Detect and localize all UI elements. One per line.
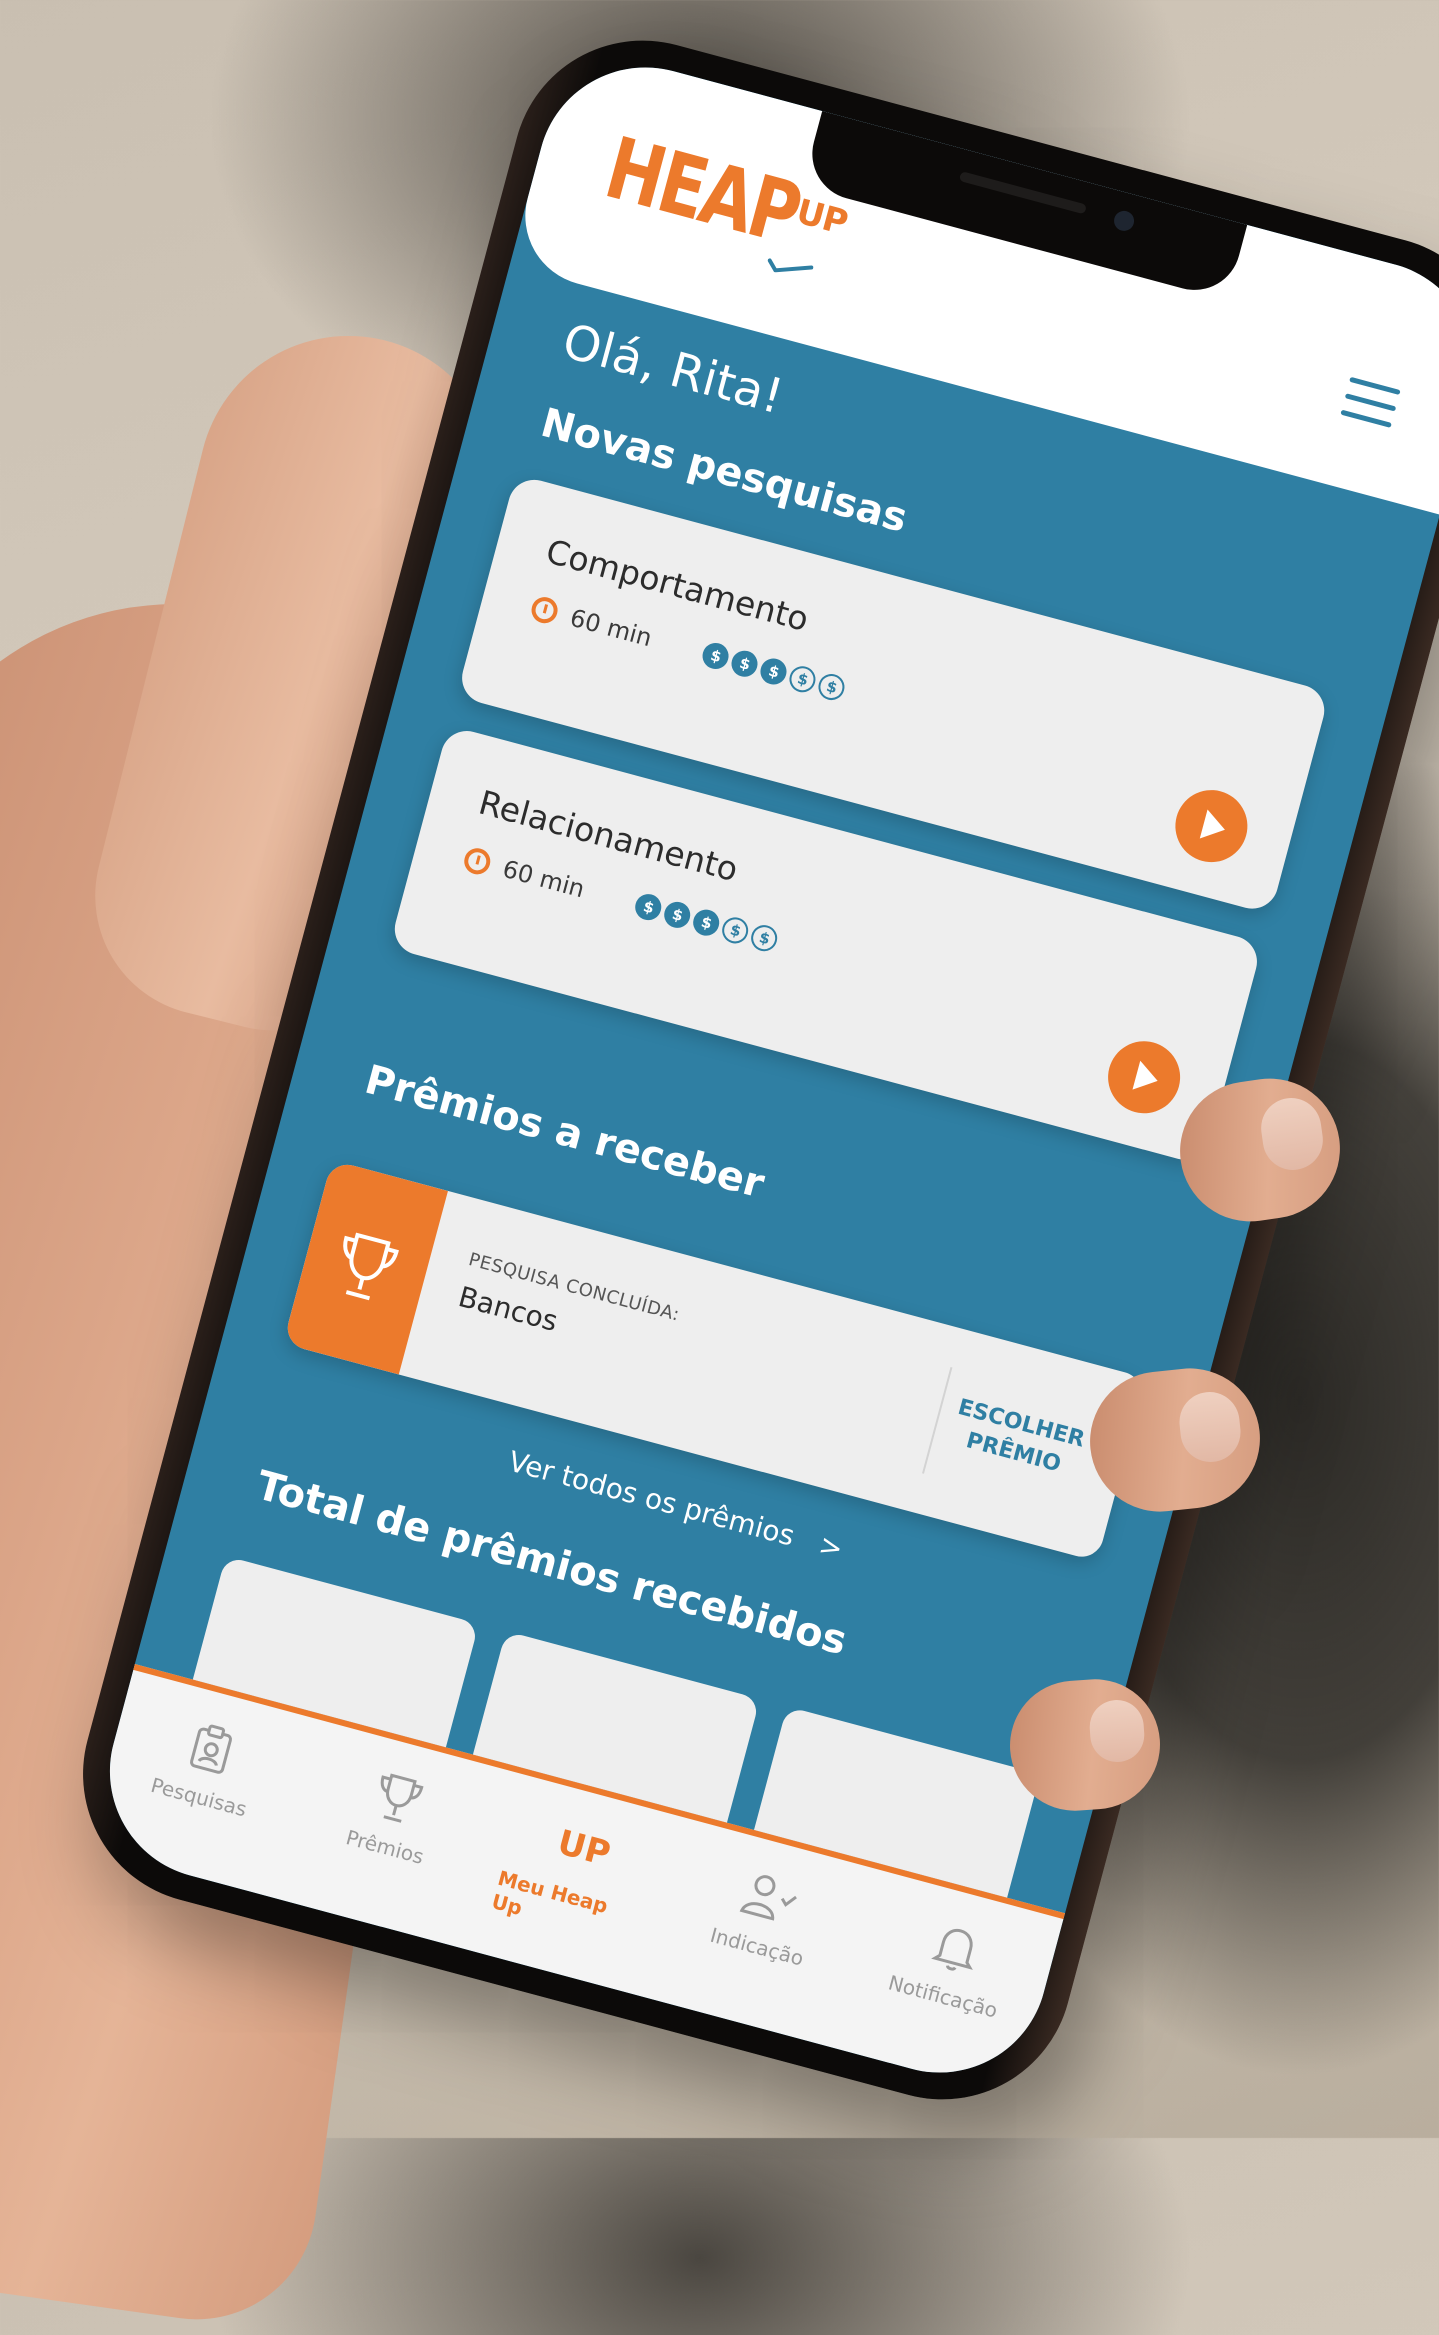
- clipboard-icon: [185, 1717, 238, 1781]
- survey-duration: 60 min: [499, 854, 588, 904]
- coin-outline-icon: $: [786, 663, 819, 696]
- heapup-icon: UP: [553, 1822, 615, 1875]
- tab-notificacao[interactable]: Notificação: [867, 1902, 1035, 2028]
- coin-outline-icon: $: [748, 922, 781, 955]
- trophy-icon: [282, 1159, 448, 1375]
- tab-pesquisas[interactable]: Pesquisas: [123, 1702, 291, 1828]
- clock-icon: [461, 845, 494, 878]
- play-survey-button[interactable]: [1167, 782, 1256, 871]
- coin-icon: $: [700, 640, 732, 673]
- chevron-right-icon: >: [815, 1527, 847, 1566]
- coin-icon: $: [757, 655, 790, 688]
- tab-meu-heap-up[interactable]: UP Meu Heap Up: [489, 1802, 663, 1951]
- coin-icon: $: [690, 906, 723, 939]
- user-check-icon: [736, 1864, 805, 1933]
- logo-check-icon: [767, 258, 814, 273]
- survey-duration: 60 min: [567, 603, 655, 653]
- trophy-icon: [367, 1765, 428, 1832]
- front-camera: [1111, 208, 1136, 234]
- tab-premios[interactable]: Prêmios: [309, 1752, 477, 1878]
- clock-icon: [528, 594, 561, 627]
- coin-icon: $: [632, 891, 665, 924]
- coin-icon: $: [661, 899, 694, 931]
- coin-outline-icon: $: [719, 914, 752, 947]
- coin-rating: $ $ $ $ $: [632, 891, 781, 955]
- coin-outline-icon: $: [815, 671, 848, 704]
- choose-prize-button[interactable]: ESCOLHER PRÊMIO: [937, 1390, 1097, 1487]
- coin-icon: $: [729, 647, 761, 680]
- coin-rating: $ $ $ $ $: [700, 640, 848, 704]
- hamburger-menu-icon[interactable]: [1339, 376, 1401, 433]
- bell-icon: [927, 1915, 984, 1980]
- play-survey-button[interactable]: [1100, 1033, 1189, 1122]
- tab-indicacao[interactable]: Indicação: [681, 1852, 849, 1978]
- speaker-grille: [958, 170, 1087, 215]
